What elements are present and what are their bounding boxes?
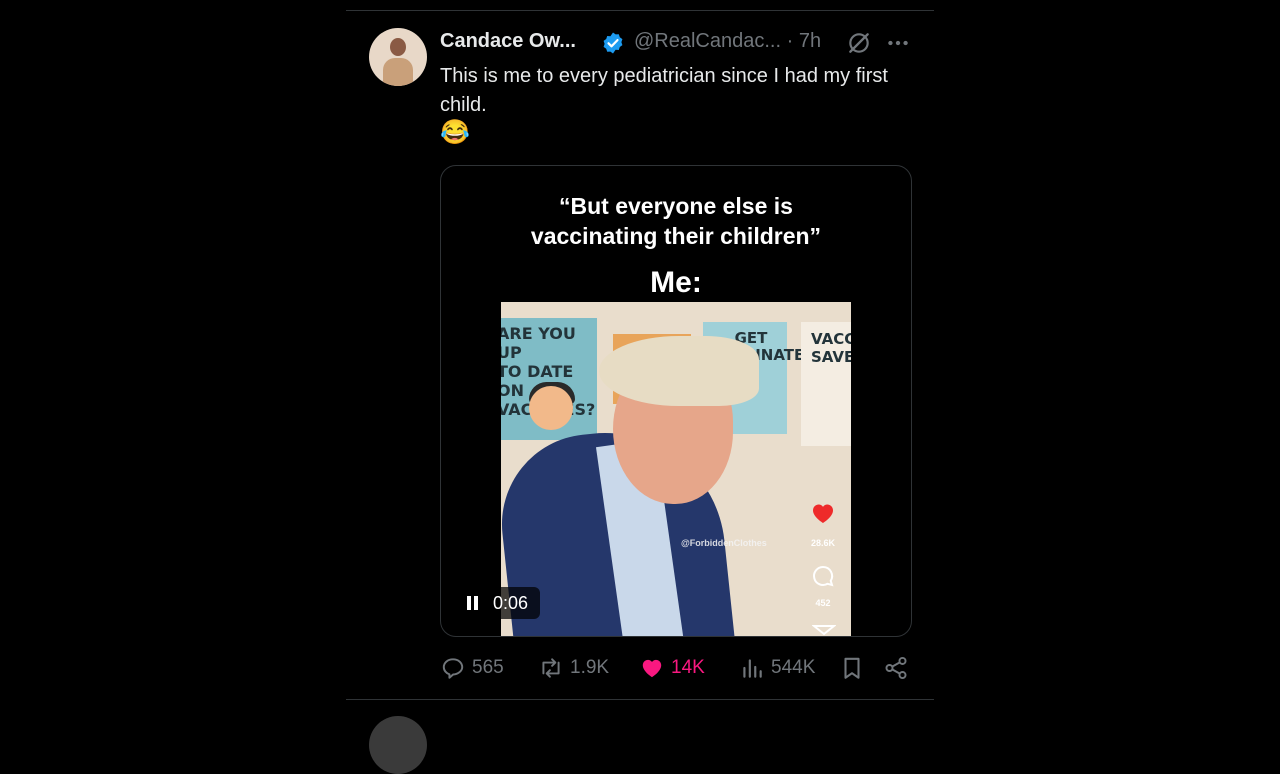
tweet-text: This is me to every pediatrician since I… [440, 65, 888, 116]
author-name[interactable]: Candace Ow... [440, 30, 576, 53]
overlay-heart-icon [813, 504, 833, 523]
like-button[interactable]: 14K [639, 652, 705, 684]
like-icon [642, 659, 662, 678]
person-hair [599, 336, 759, 406]
poster-kid-face [529, 386, 573, 430]
video-watermark: @ForbiddenClothes [681, 538, 767, 548]
author-avatar[interactable] [369, 28, 427, 86]
poster-vaccines-right: VACC SAVE [801, 322, 851, 446]
repost-icon [542, 658, 560, 678]
tweet-actions: 565 1.9K 14K 544K [440, 652, 920, 684]
bookmark-button[interactable] [839, 652, 865, 684]
video-timer[interactable]: 0:06 [456, 587, 540, 619]
overlay-share-icon [812, 625, 836, 636]
video-caption-quote: “But everyone else is vaccinating their … [530, 193, 822, 249]
repost-count: 1.9K [570, 657, 610, 678]
overlay-comment-icon [813, 565, 834, 587]
more-icon[interactable] [885, 30, 911, 56]
share-button[interactable] [883, 652, 909, 684]
reply-icon [442, 658, 464, 679]
views-count: 544K [771, 657, 816, 678]
overlay-comments-count: 452 [815, 598, 831, 608]
bottom-divider [346, 699, 934, 700]
video-scene: ARE YOU UP TO DATE ON VACCINES? GET VACC… [501, 302, 851, 636]
bookmark-icon [844, 657, 860, 679]
reply-button[interactable]: 565 [440, 652, 504, 684]
video-player[interactable]: “But everyone else is vaccinating their … [440, 165, 912, 637]
author-handle-time[interactable]: @RealCandac... · 7h [634, 30, 821, 53]
video-caption-me: Me: [650, 266, 702, 299]
video-timestamp: 0:06 [493, 592, 529, 613]
pause-icon[interactable] [467, 596, 479, 610]
views-icon [743, 659, 762, 678]
verified-badge-icon [603, 32, 623, 54]
top-divider [346, 10, 934, 11]
avatar-head [390, 38, 406, 56]
views-button[interactable]: 544K [739, 652, 815, 684]
share-icon [885, 656, 907, 680]
like-count: 14K [671, 657, 705, 678]
video-frame[interactable]: “But everyone else is vaccinating their … [501, 166, 851, 636]
reply-count: 565 [472, 657, 504, 678]
repost-button[interactable]: 1.9K [538, 652, 609, 684]
avatar-coat [383, 58, 413, 86]
tweet-emoji: 😂 [440, 119, 470, 146]
poster-right-text: VACC SAVE [811, 330, 851, 366]
next-tweet-avatar[interactable] [369, 716, 427, 774]
overlay-likes-count: 28.6K [810, 538, 836, 548]
grok-icon[interactable] [846, 30, 872, 56]
